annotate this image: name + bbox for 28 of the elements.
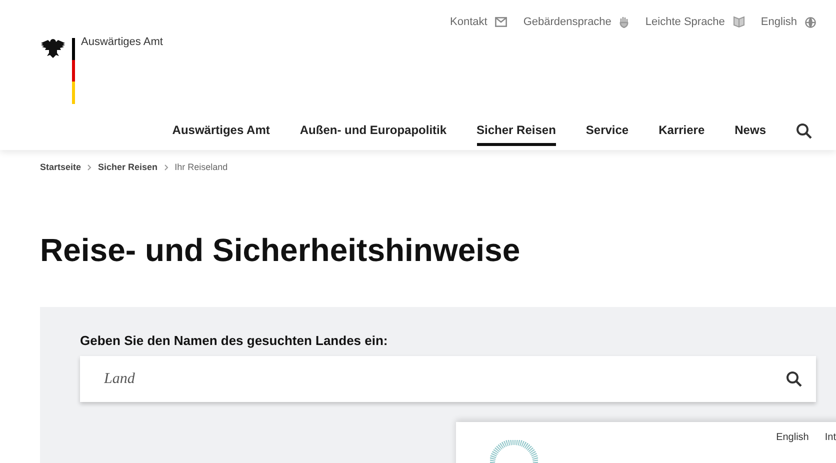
globe-icon <box>805 16 816 28</box>
breadcrumb-link[interactable]: Ihr Reiseland <box>174 162 228 172</box>
mail-icon <box>495 17 508 27</box>
breadcrumb-link[interactable]: Startseite <box>40 162 82 172</box>
nav-link[interactable]: Außen- und Europapolitik <box>300 116 447 146</box>
nav-link[interactable]: Service <box>586 116 629 146</box>
overlay-link[interactable]: Int <box>824 432 836 443</box>
logo-text: Auswärtiges Amt <box>81 36 163 48</box>
utility-link[interactable]: Leichte Sprache <box>645 16 745 28</box>
book-icon <box>732 16 745 28</box>
breadcrumb-link[interactable]: Sicher Reisen <box>98 162 158 172</box>
utility-link[interactable]: English <box>760 16 816 28</box>
overlay-link[interactable]: English <box>776 432 809 443</box>
search-icon[interactable] <box>786 371 802 387</box>
utility-link[interactable]: Gebärdensprache <box>523 16 630 28</box>
nav-link[interactable]: News <box>734 116 766 146</box>
chevron-icon <box>87 164 92 170</box>
hand-icon <box>619 16 630 28</box>
chevron-icon <box>164 164 169 170</box>
flag-stripe <box>72 38 75 104</box>
nav-link[interactable]: Karriere <box>658 116 705 146</box>
page-heading: Reise- und Sicherheitshinweise <box>40 232 522 269</box>
nav-link[interactable]: Sicher Reisen <box>476 116 556 146</box>
country-search-field[interactable]: Land <box>80 356 816 402</box>
search-label: Geben Sie den Namen des gesuchten Landes ein: <box>80 333 389 348</box>
search-icon[interactable] <box>796 123 812 139</box>
utility-link[interactable]: Kontakt <box>450 16 508 28</box>
nav-link[interactable]: Auswärtiges Amt <box>172 116 270 146</box>
